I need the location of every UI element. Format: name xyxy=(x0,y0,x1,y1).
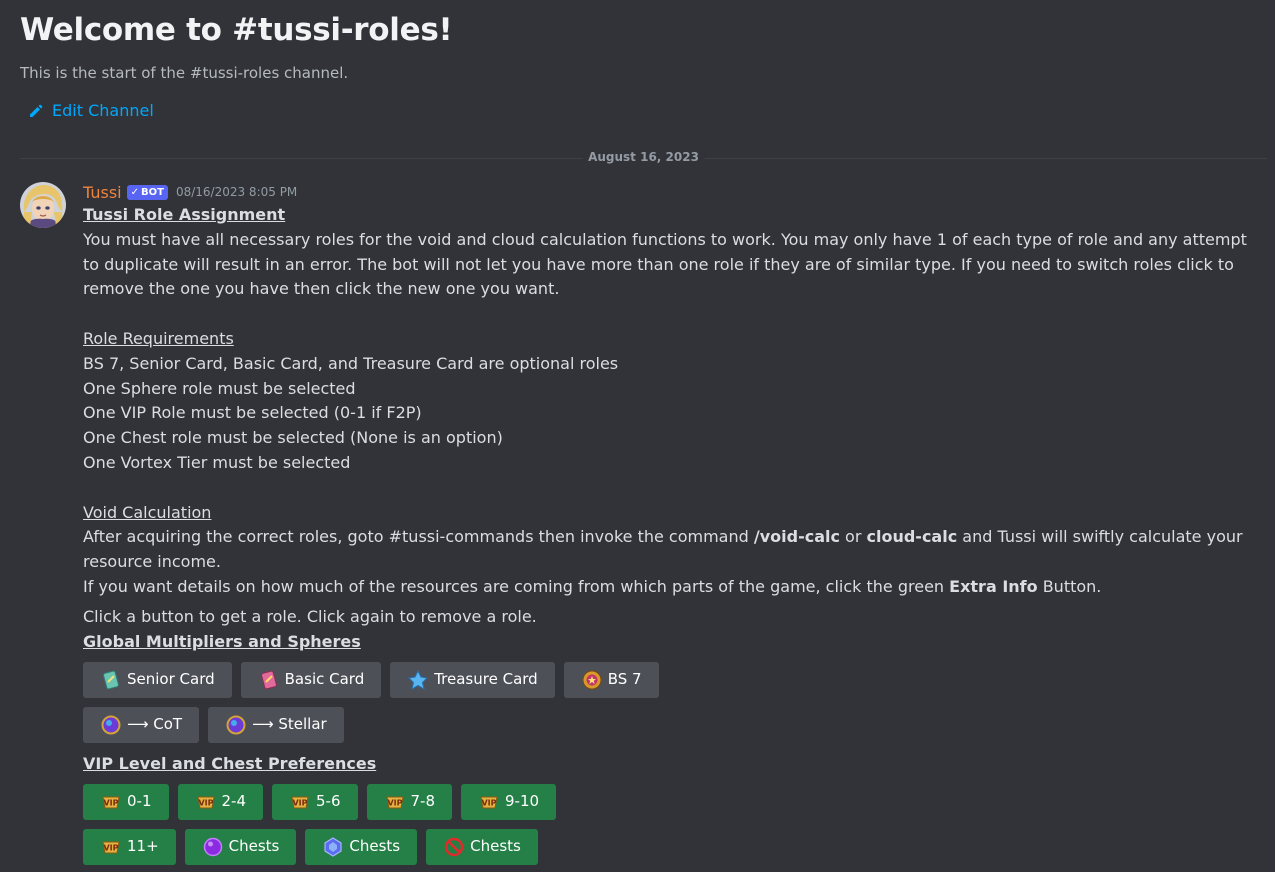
button-row-2: ⟶ CoT ⟶ Stellar xyxy=(83,706,1263,743)
requirement-item: One VIP Role must be selected (0-1 if F2… xyxy=(83,403,422,423)
vip-9-10-button[interactable]: VIP 9-10 xyxy=(461,783,557,820)
vip-9-10-label: 9-10 xyxy=(505,792,540,811)
vip-icon: VIP xyxy=(102,841,120,854)
channel-view: Welcome to #tussi-roles! This is the sta… xyxy=(0,0,1275,872)
treasure-card-icon xyxy=(408,669,429,690)
vip-heading: VIP Level and Chest Preferences xyxy=(83,753,377,773)
vip-0-1-button[interactable]: VIP 0-1 xyxy=(83,783,169,820)
checkmark-icon: ✓ xyxy=(130,186,139,198)
requirement-item: One Sphere role must be selected xyxy=(83,378,356,398)
button-row-1: Senior Card Basic Card Treasure Card BS … xyxy=(83,661,1263,698)
sphere-icon xyxy=(101,715,121,735)
void-heading: Void Calculation xyxy=(83,502,212,522)
bs7-icon xyxy=(582,670,602,690)
treasure-card-label: Treasure Card xyxy=(434,670,538,689)
welcome-subtitle: This is the start of the #tussi-roles ch… xyxy=(20,64,349,82)
pencil-icon xyxy=(28,103,44,119)
stellar-label: ⟶ Stellar xyxy=(252,715,327,734)
senior-card-label: Senior Card xyxy=(127,670,215,689)
svg-text:VIP: VIP xyxy=(481,798,496,807)
void-text: After acquiring the correct roles, goto … xyxy=(83,527,1248,572)
treasure-card-button[interactable]: Treasure Card xyxy=(390,661,555,698)
author-name[interactable]: Tussi xyxy=(83,183,122,202)
svg-text:VIP: VIP xyxy=(292,798,307,807)
edit-channel-button[interactable]: Edit Channel xyxy=(28,101,154,120)
button-row-3: VIP 0-1 VIP 2-4 VIP 5-6 VIP 7-8 VIP 9-10 xyxy=(83,783,1263,820)
vip-5-6-label: 5-6 xyxy=(316,792,341,811)
senior-card-icon xyxy=(103,670,119,689)
senior-card-button[interactable]: Senior Card xyxy=(83,661,232,698)
date-divider-label: August 16, 2023 xyxy=(582,150,705,164)
blue-chest-icon xyxy=(324,836,342,857)
svg-text:VIP: VIP xyxy=(387,798,402,807)
vip-2-4-button[interactable]: VIP 2-4 xyxy=(177,783,263,820)
avatar[interactable] xyxy=(20,182,66,228)
cot-sphere-button[interactable]: ⟶ CoT xyxy=(83,706,200,743)
message-body: Tussi Role Assignment You must have all … xyxy=(83,203,1263,600)
no-entry-icon xyxy=(444,837,464,856)
bs7-label: BS 7 xyxy=(607,670,642,689)
bot-tag-label: BOT xyxy=(141,186,164,198)
vip-7-8-button[interactable]: VIP 7-8 xyxy=(366,783,452,820)
message: Tussi ✓ BOT 08/16/2023 8:05 PM Tussi Rol… xyxy=(83,181,1263,872)
intro-text: You must have all necessary roles for th… xyxy=(83,229,1252,299)
void-calc-command: /void-calc xyxy=(753,527,840,547)
message-title: Tussi Role Assignment xyxy=(83,205,286,224)
message-header: Tussi ✓ BOT 08/16/2023 8:05 PM xyxy=(83,181,1263,203)
button-row-4: VIP 11+ Chests Chests Chests xyxy=(83,828,1263,865)
requirement-item: BS 7, Senior Card, Basic Card, and Treas… xyxy=(83,353,619,373)
requirement-item: One Chest role must be selected (None is… xyxy=(83,428,503,448)
blue-chests-button[interactable]: Chests xyxy=(305,828,418,865)
basic-card-label: Basic Card xyxy=(284,670,365,689)
no-chests-button[interactable]: Chests xyxy=(426,828,538,865)
svg-text:VIP: VIP xyxy=(103,798,118,807)
svg-text:VIP: VIP xyxy=(103,843,118,852)
extra-info-text: Extra Info xyxy=(949,576,1038,596)
purple-chest-icon xyxy=(203,837,222,856)
details-text: If you want details on how much of the r… xyxy=(83,576,1102,596)
sphere-icon xyxy=(226,715,246,735)
cloud-calc-command: cloud-calc xyxy=(866,527,958,547)
components: Click a button to get a role. Click agai… xyxy=(83,605,1263,865)
vip-0-1-label: 0-1 xyxy=(127,792,152,811)
vip-icon: VIP xyxy=(102,796,120,809)
click-instructions: Click a button to get a role. Click agai… xyxy=(83,606,537,626)
stellar-sphere-button[interactable]: ⟶ Stellar xyxy=(208,706,344,743)
global-multipliers-heading: Global Multipliers and Spheres xyxy=(83,631,361,651)
bs7-button[interactable]: BS 7 xyxy=(563,661,659,698)
vip-icon: VIP xyxy=(385,796,404,809)
svg-text:VIP: VIP xyxy=(198,798,213,807)
requirement-item: One Vortex Tier must be selected xyxy=(83,452,351,472)
vip-2-4-label: 2-4 xyxy=(221,792,247,811)
edit-channel-label: Edit Channel xyxy=(52,101,154,120)
requirements-heading: Role Requirements xyxy=(83,328,234,348)
welcome-title: Welcome to #tussi-roles! xyxy=(20,12,453,48)
basic-card-button[interactable]: Basic Card xyxy=(240,661,382,698)
vip-7-8-label: 7-8 xyxy=(410,792,436,811)
vip-icon: VIP xyxy=(480,796,498,809)
message-timestamp: 08/16/2023 8:05 PM xyxy=(175,185,298,199)
cot-label: ⟶ CoT xyxy=(127,715,183,734)
basic-card-icon xyxy=(260,670,277,689)
vip-11-plus-button[interactable]: VIP 11+ xyxy=(83,828,176,865)
vip-5-6-button[interactable]: VIP 5-6 xyxy=(272,783,358,820)
purple-chests-label: Chests xyxy=(228,837,280,856)
purple-chests-button[interactable]: Chests xyxy=(184,828,297,865)
no-chests-label: Chests xyxy=(470,837,521,856)
bot-tag: ✓ BOT xyxy=(126,184,168,200)
blue-chests-label: Chests xyxy=(349,837,401,856)
vip-icon: VIP xyxy=(196,796,215,809)
date-divider: August 16, 2023 xyxy=(20,150,1267,164)
vip-icon: VIP xyxy=(291,796,309,809)
vip-11-plus-label: 11+ xyxy=(127,837,159,856)
